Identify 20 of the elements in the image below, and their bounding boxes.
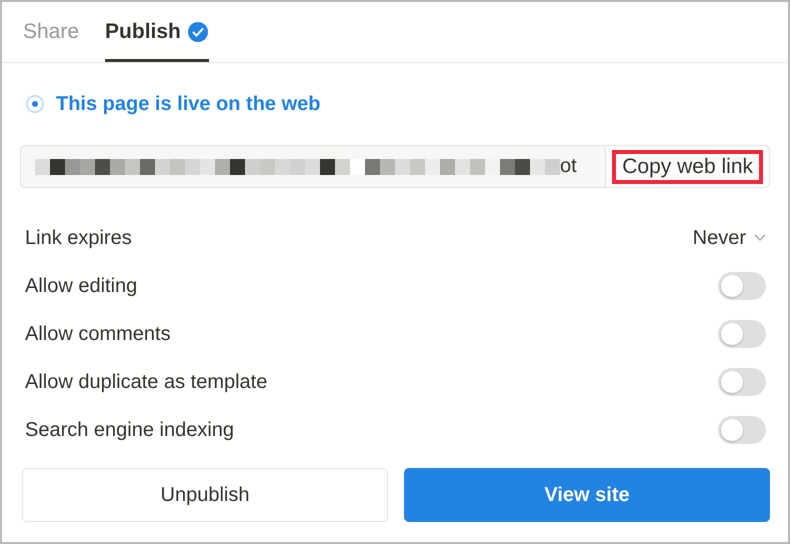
toggle-switch[interactable] <box>718 368 766 396</box>
option-label: Link expires <box>25 226 132 250</box>
check-badge-icon <box>186 21 209 43</box>
toggle-switch[interactable] <box>718 320 766 348</box>
unpublish-button[interactable]: Unpublish <box>22 468 388 522</box>
toggle-switch[interactable] <box>718 272 766 300</box>
status-text: This page is live on the web <box>56 92 321 116</box>
view-site-button[interactable]: View site <box>404 468 770 522</box>
toggle-switch[interactable] <box>718 416 766 444</box>
option-label: Allow duplicate as template <box>25 370 268 394</box>
url-text: ot <box>560 155 577 178</box>
expiry-dropdown[interactable]: Never <box>692 226 766 250</box>
option-label: Allow editing <box>25 274 138 298</box>
chevron-down-icon <box>754 234 766 242</box>
tab[interactable]: Publish <box>105 2 209 62</box>
option-label: Allow comments <box>25 322 171 346</box>
url-field[interactable]: ot Copy web link <box>20 145 770 188</box>
radio-button[interactable] <box>28 97 42 111</box>
copy-link-button[interactable]: Copy web link <box>605 146 769 187</box>
option-label: Search engine indexing <box>25 418 234 442</box>
